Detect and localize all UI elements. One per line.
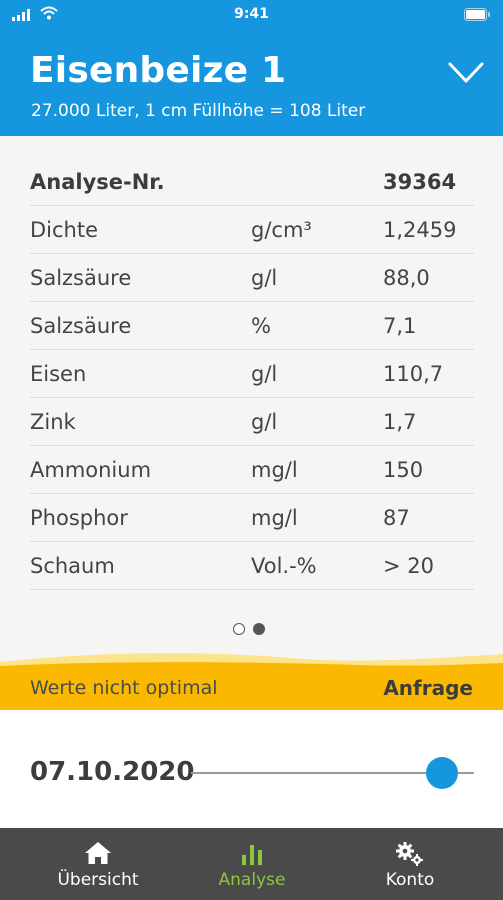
warning-bar: Werte nicht optimal Anfrage bbox=[0, 666, 503, 710]
date-selector: 07.10.2020 bbox=[0, 710, 503, 828]
parameter-unit: g/l bbox=[251, 397, 383, 446]
parameter-name: Phosphor bbox=[30, 493, 251, 542]
parameter-unit: g/cm³ bbox=[251, 205, 383, 254]
tab-bar: Übersicht Analyse Konto bbox=[0, 828, 503, 900]
parameter-value: 1,2459 bbox=[383, 205, 474, 254]
table-row: Zink g/l 1,7 bbox=[30, 397, 474, 446]
parameter-value: > 20 bbox=[383, 541, 474, 590]
date-slider-thumb[interactable] bbox=[426, 757, 458, 789]
parameter-name: Dichte bbox=[30, 205, 251, 254]
home-icon bbox=[85, 842, 111, 864]
parameter-value: 87 bbox=[383, 493, 474, 542]
bar-chart-icon bbox=[242, 845, 262, 865]
parameter-unit: mg/l bbox=[251, 445, 383, 494]
parameter-name: Schaum bbox=[30, 541, 251, 590]
parameter-unit: g/l bbox=[251, 349, 383, 398]
gears-icon bbox=[396, 842, 423, 866]
analysis-number-label: Analyse-Nr. bbox=[30, 158, 251, 206]
parameter-name: Zink bbox=[30, 397, 251, 446]
parameter-value: 7,1 bbox=[383, 301, 474, 350]
page-dot-2-active[interactable] bbox=[253, 623, 265, 635]
page-title: Eisenbeize 1 bbox=[30, 50, 287, 91]
table-row: Schaum Vol.-% > 20 bbox=[30, 541, 474, 590]
tab-label: Konto bbox=[385, 870, 435, 890]
table-row: Ammonium mg/l 150 bbox=[30, 445, 474, 494]
parameter-name: Ammonium bbox=[30, 445, 251, 494]
status-time: 9:41 bbox=[234, 6, 269, 22]
parameter-value: 110,7 bbox=[383, 349, 474, 398]
parameter-name: Salzsäure bbox=[30, 253, 251, 302]
battery-icon bbox=[464, 8, 490, 21]
header: 9:41 Eisenbeize 1 27.000 Liter, 1 cm Fül… bbox=[0, 0, 503, 136]
tab-label: Analyse bbox=[218, 870, 286, 890]
analysis-panel: Analyse-Nr. 39364 Dichte g/cm³ 1,2459 Sa… bbox=[0, 136, 503, 666]
table-row: Salzsäure % 7,1 bbox=[30, 301, 474, 350]
parameter-value: 150 bbox=[383, 445, 474, 494]
page-dot-1[interactable] bbox=[233, 623, 245, 635]
selected-date: 07.10.2020 bbox=[30, 757, 195, 787]
table-row: Phosphor mg/l 87 bbox=[30, 493, 474, 542]
table-row: Eisen g/l 110,7 bbox=[30, 349, 474, 398]
tab-label: Übersicht bbox=[57, 870, 139, 890]
parameter-unit: mg/l bbox=[251, 493, 383, 542]
chevron-down-icon[interactable] bbox=[448, 62, 484, 84]
parameter-name: Salzsäure bbox=[30, 301, 251, 350]
warning-text: Werte nicht optimal bbox=[30, 677, 218, 699]
tank-info-subtitle: 27.000 Liter, 1 cm Füllhöhe = 108 Liter bbox=[31, 101, 366, 121]
status-bar: 9:41 bbox=[0, 0, 503, 32]
request-button[interactable]: Anfrage bbox=[383, 676, 473, 700]
analysis-number-row: Analyse-Nr. 39364 bbox=[30, 158, 474, 206]
parameter-unit: Vol.-% bbox=[251, 541, 383, 590]
tab-overview[interactable]: Übersicht bbox=[28, 828, 168, 900]
table-row: Dichte g/cm³ 1,2459 bbox=[30, 205, 474, 254]
analysis-table: Analyse-Nr. 39364 Dichte g/cm³ 1,2459 Sa… bbox=[30, 158, 474, 590]
parameter-unit: % bbox=[251, 301, 383, 350]
parameter-unit: g/l bbox=[251, 253, 383, 302]
analysis-number-value: 39364 bbox=[383, 158, 474, 206]
parameter-value: 88,0 bbox=[383, 253, 474, 302]
page-indicator bbox=[233, 623, 265, 635]
parameter-value: 1,7 bbox=[383, 397, 474, 446]
tab-account[interactable]: Konto bbox=[340, 828, 480, 900]
table-row: Salzsäure g/l 88,0 bbox=[30, 253, 474, 302]
parameter-name: Eisen bbox=[30, 349, 251, 398]
tab-analysis[interactable]: Analyse bbox=[182, 828, 322, 900]
